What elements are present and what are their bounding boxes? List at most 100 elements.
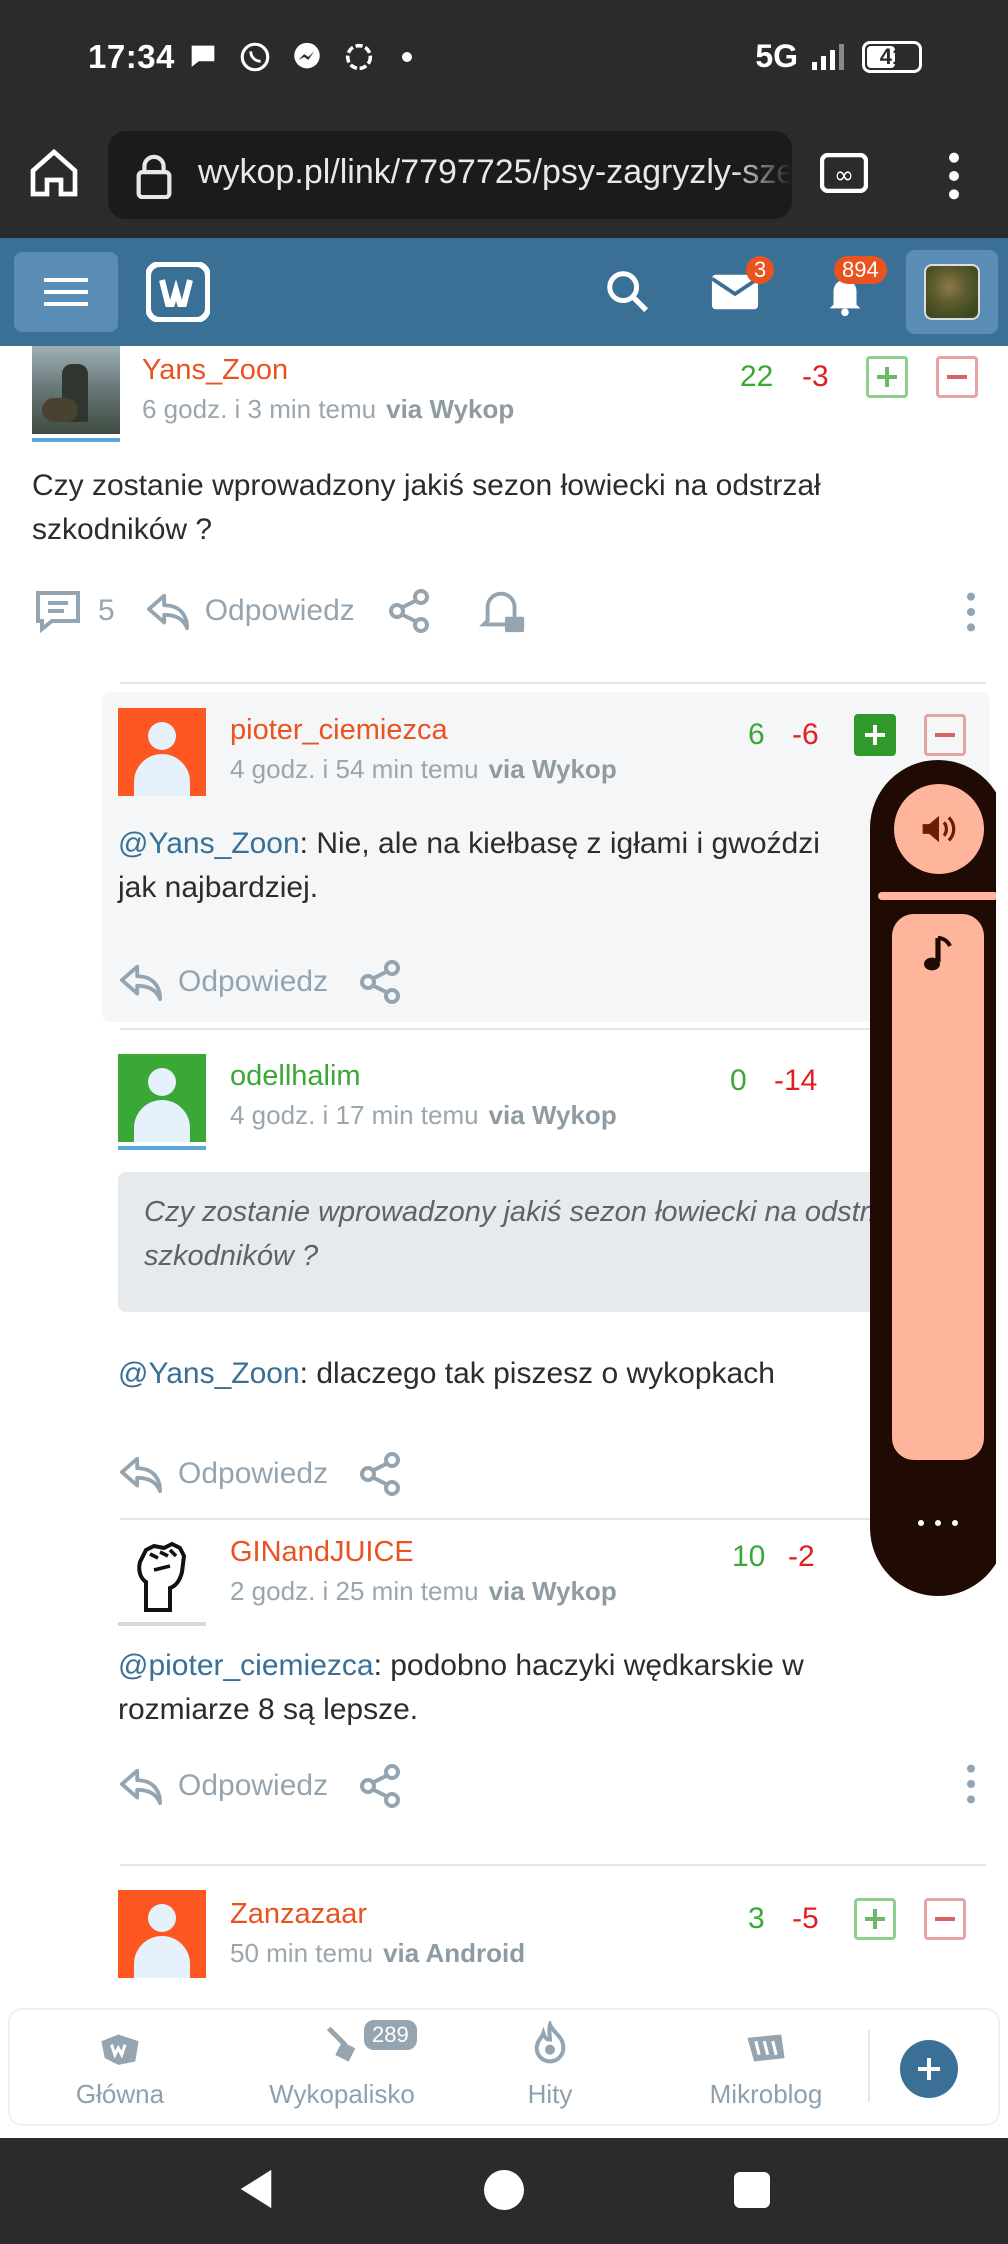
comment-via: via Wykop bbox=[488, 1576, 617, 1606]
comment-author[interactable]: pioter_ciemiezca bbox=[230, 714, 448, 747]
votes-minus: -14 bbox=[774, 1064, 818, 1097]
reply-icon[interactable] bbox=[118, 1453, 164, 1495]
volume-toggle[interactable] bbox=[894, 784, 984, 874]
shovel-icon bbox=[326, 2026, 356, 2062]
reply-icon[interactable] bbox=[118, 961, 164, 1003]
divider bbox=[120, 1518, 986, 1520]
tab-label: Główna bbox=[75, 2079, 165, 2109]
add-button[interactable] bbox=[900, 2040, 958, 2098]
tab-home[interactable]: Główna bbox=[40, 2010, 200, 2124]
chatgpt-icon bbox=[345, 43, 373, 71]
vote-up-button[interactable] bbox=[866, 356, 908, 398]
svg-text:∞: ∞ bbox=[834, 161, 854, 189]
back-icon[interactable] bbox=[236, 2168, 276, 2210]
replies-count[interactable]: 5 bbox=[98, 594, 115, 628]
mail-count-badge: 3 bbox=[746, 256, 775, 284]
votes-minus: -5 bbox=[792, 1902, 819, 1935]
share-icon[interactable] bbox=[356, 958, 404, 1006]
home-icon[interactable] bbox=[26, 145, 82, 201]
mention-link[interactable]: @Yans_Zoon bbox=[118, 827, 300, 860]
avatar[interactable] bbox=[118, 1530, 206, 1618]
comment-text: Czy zostanie wprowadzony jakiś sezon łow… bbox=[32, 469, 821, 546]
votes-minus: -6 bbox=[792, 718, 819, 751]
divider bbox=[120, 1864, 986, 1866]
home-button[interactable] bbox=[484, 2170, 524, 2210]
comment-author[interactable]: Yans_Zoon bbox=[142, 354, 288, 387]
status-bar: 17:34 5G 41 bbox=[0, 0, 1008, 115]
search-icon[interactable] bbox=[604, 268, 650, 314]
vote-up-button[interactable] bbox=[854, 714, 896, 756]
comment: pioter_ciemiezca 4 godz. i 54 min temu vi… bbox=[102, 692, 990, 1022]
hamburger-button[interactable] bbox=[14, 252, 118, 332]
comment-text: @Yans_Zoon: Nie, ale na kiełbasę z igłam… bbox=[118, 827, 820, 904]
avatar[interactable] bbox=[32, 346, 120, 434]
status-right: 5G 41 bbox=[755, 38, 922, 75]
notification-icons bbox=[186, 40, 412, 74]
plus-icon bbox=[918, 2058, 940, 2080]
mention-link[interactable]: @Yans_Zoon bbox=[118, 1357, 300, 1390]
comment-author[interactable]: odellhalim bbox=[230, 1060, 361, 1093]
wykop-logo[interactable] bbox=[146, 262, 210, 322]
reply-button[interactable]: Odpowiedz bbox=[178, 1457, 328, 1491]
chat-bubble-icon bbox=[191, 45, 215, 67]
volume-slider[interactable] bbox=[892, 914, 984, 1460]
comment-text: @pioter_ciemiezca: podobno haczyki wędka… bbox=[118, 1649, 804, 1726]
avatar[interactable] bbox=[118, 1890, 206, 1978]
comment-actions: Odpowiedz bbox=[118, 1450, 404, 1498]
vote-down-button[interactable] bbox=[924, 1898, 966, 1940]
mention-link[interactable]: @pioter_ciemiezca bbox=[118, 1649, 374, 1682]
user-avatar bbox=[924, 264, 980, 320]
avatar[interactable] bbox=[118, 708, 206, 796]
user-avatar-button[interactable] bbox=[906, 250, 998, 334]
share-icon[interactable] bbox=[385, 587, 433, 635]
tabs-icon[interactable]: ∞ bbox=[820, 153, 868, 193]
comment-via: via Wykop bbox=[386, 394, 515, 424]
hamburger-icon bbox=[44, 278, 88, 306]
share-icon[interactable] bbox=[356, 1762, 404, 1810]
tab-label: Wykopalisko bbox=[269, 2079, 415, 2109]
recent-apps-button[interactable] bbox=[734, 2172, 770, 2208]
comment-author[interactable]: Zanzazaar bbox=[230, 1898, 367, 1931]
volume-panel bbox=[870, 760, 996, 1596]
more-options-icon[interactable] bbox=[966, 592, 976, 632]
comment-meta: 50 min temu via Android bbox=[230, 1938, 525, 1969]
reply-icon[interactable] bbox=[145, 590, 191, 632]
comments-list: Yans_Zoon 6 godz. i 3 min temu via Wykop … bbox=[16, 346, 996, 2000]
volume-more-button[interactable] bbox=[918, 1520, 958, 1530]
flame-icon bbox=[534, 2021, 566, 2064]
comment-via: via Wykop bbox=[488, 1100, 617, 1130]
more-options-icon[interactable] bbox=[966, 1764, 976, 1804]
vote-down-button[interactable] bbox=[936, 356, 978, 398]
comment-via: via Android bbox=[383, 1938, 526, 1968]
comment-icon[interactable] bbox=[32, 589, 84, 633]
bottom-nav: Główna Wykopalisko 289 Hity Mikroblog bbox=[10, 2010, 998, 2124]
reply-button[interactable]: Odpowiedz bbox=[205, 594, 355, 628]
divider bbox=[120, 682, 986, 684]
fist-icon bbox=[137, 1541, 187, 1612]
wykop-home-icon bbox=[101, 2034, 139, 2065]
tab-microblog[interactable]: Mikroblog bbox=[686, 2010, 846, 2124]
more-notifications-dot bbox=[402, 52, 412, 62]
comment-actions: Odpowiedz bbox=[118, 958, 404, 1006]
wykopalisko-badge: 289 bbox=[364, 2020, 417, 2050]
share-icon[interactable] bbox=[356, 1450, 404, 1498]
reply-button[interactable]: Odpowiedz bbox=[178, 965, 328, 999]
tab-hits[interactable]: Hity bbox=[480, 2010, 620, 2124]
reply-icon[interactable] bbox=[118, 1765, 164, 1807]
reply-button[interactable]: Odpowiedz bbox=[178, 1769, 328, 1803]
comment-meta: 2 godz. i 25 min temu via Wykop bbox=[230, 1576, 617, 1607]
comment-time: 6 godz. i 3 min temu bbox=[142, 394, 377, 424]
comment-author[interactable]: GINandJUICE bbox=[230, 1536, 414, 1569]
votes-minus: -3 bbox=[802, 360, 829, 393]
votes-plus: 0 bbox=[730, 1064, 747, 1097]
comment-text: @Yans_Zoon: dlaczego tak piszesz o wykop… bbox=[118, 1357, 775, 1390]
url-bar[interactable]: wykop.pl/link/7797725/psy-zagryzly-sze bbox=[108, 131, 792, 219]
menu-icon[interactable] bbox=[946, 151, 962, 201]
vote-down-button[interactable] bbox=[924, 714, 966, 756]
comment: GINandJUICE 2 godz. i 25 min temu via Wyk… bbox=[102, 1530, 990, 1830]
microblog-icon bbox=[747, 2034, 785, 2062]
vote-up-button[interactable] bbox=[854, 1898, 896, 1940]
bell-subscribe-icon[interactable] bbox=[477, 586, 529, 636]
avatar[interactable] bbox=[118, 1054, 206, 1142]
comment-meta: 4 godz. i 17 min temu via Wykop bbox=[230, 1100, 617, 1131]
